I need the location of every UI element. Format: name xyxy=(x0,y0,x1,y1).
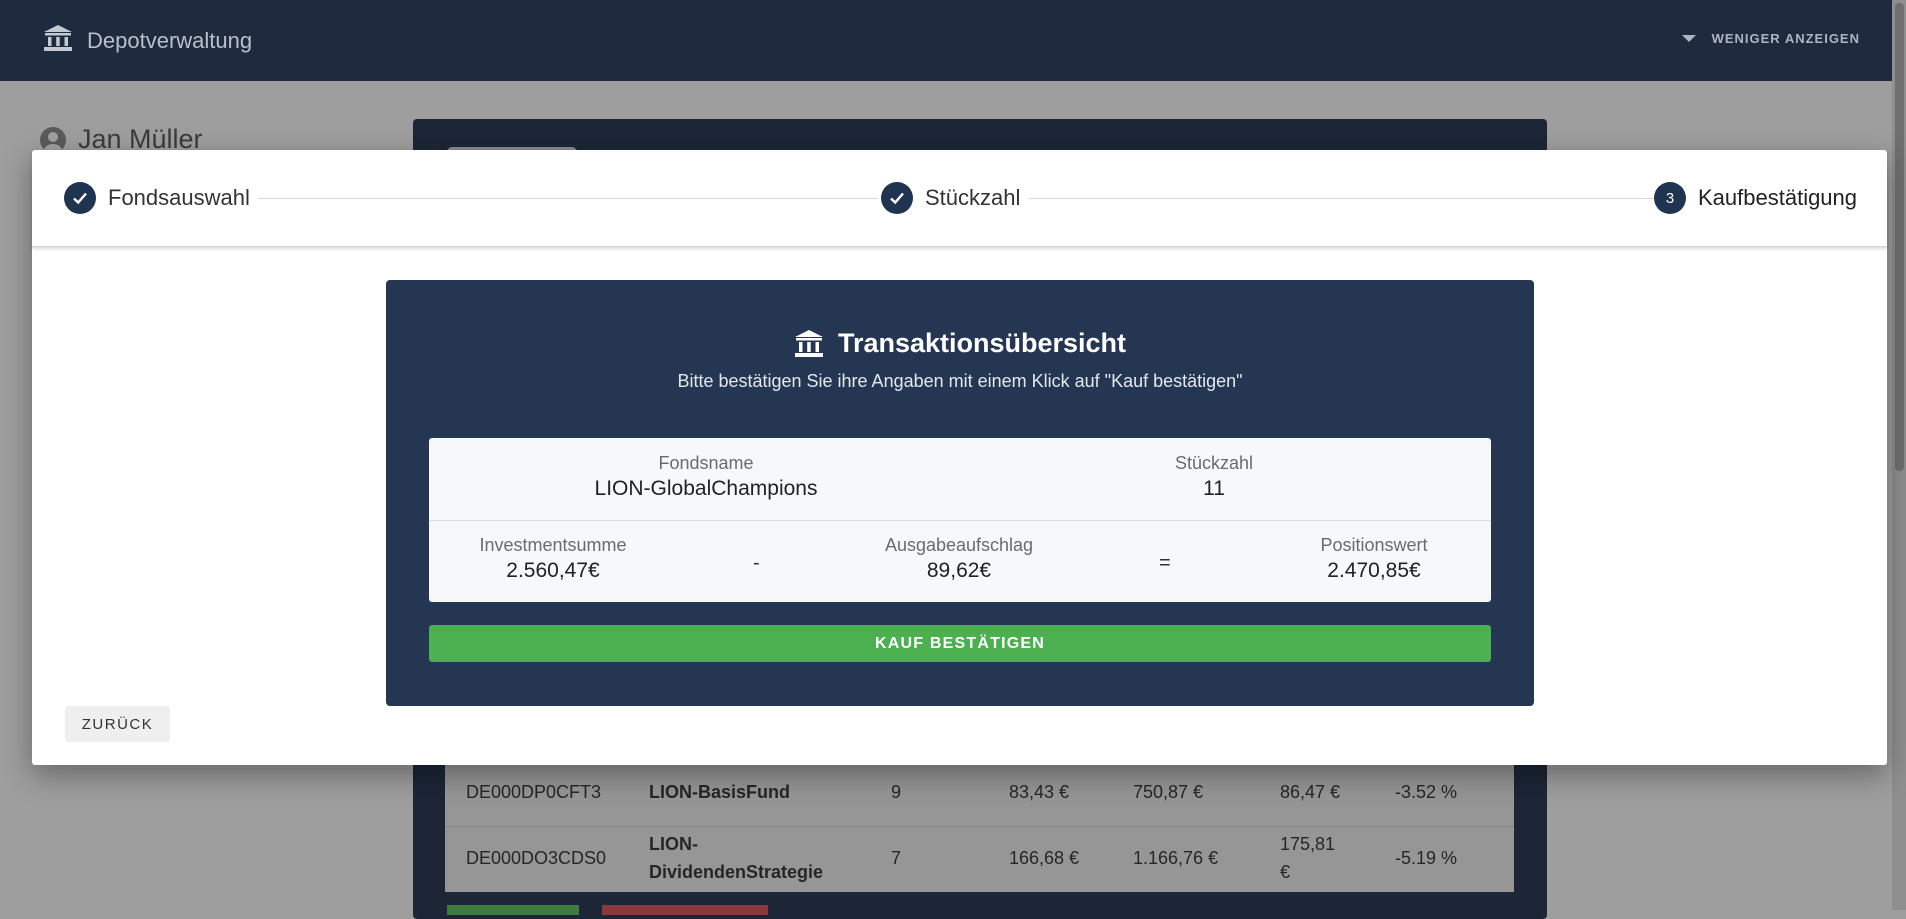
summary-subtitle: Bitte bestätigen Sie ihre Angaben mit ei… xyxy=(677,371,1243,391)
cell-quantity: 9 xyxy=(891,782,902,802)
check-icon xyxy=(881,182,913,214)
sell-button-bg xyxy=(602,905,768,915)
show-less-label: WENIGER ANZEIGEN xyxy=(1711,31,1860,46)
summary-divider xyxy=(429,520,1491,521)
investment-value: 2.560,47€ xyxy=(506,559,600,582)
fund-name-value: LION-GlobalChampions xyxy=(594,477,818,500)
brand[interactable]: Depotverwaltung xyxy=(43,24,252,57)
step-label: Kaufbestätigung xyxy=(1698,185,1858,210)
cell-price: 83,43 € xyxy=(1009,782,1070,802)
cell-isin: DE000DP0CFT3 xyxy=(466,782,602,802)
account-icon xyxy=(40,126,66,153)
cell-buy-price: 86,47 € xyxy=(1280,782,1341,802)
app-title: Depotverwaltung xyxy=(87,27,253,53)
summary-heading: Transaktionsübersicht xyxy=(386,328,1534,359)
show-less-toggle[interactable]: WENIGER ANZEIGEN xyxy=(1681,31,1860,46)
step-fund-selection[interactable]: Fondsauswahl xyxy=(64,182,250,214)
cell-value: 1.166,76 € xyxy=(1133,848,1219,868)
caret-down-icon xyxy=(1681,35,1696,42)
row-divider xyxy=(445,826,1514,827)
investment-label: Investmentsumme xyxy=(479,535,627,555)
fee-cell: Ausgabeaufschlag 89,62€ xyxy=(759,535,1159,583)
quantity-cell: Stückzahl 11 xyxy=(1109,453,1319,501)
holdings-table: DE000DP0CFT3 LION-BasisFund 9 83,43 € 75… xyxy=(445,760,1514,892)
back-button[interactable]: ZURÜCK xyxy=(65,706,170,742)
step-purchase-confirmation[interactable]: 3 Kaufbestätigung xyxy=(1654,182,1857,214)
quantity-label: Stückzahl xyxy=(1174,453,1254,473)
page-scrollbar[interactable] xyxy=(1892,0,1906,910)
check-icon xyxy=(64,182,96,214)
buy-button-bg xyxy=(447,905,579,915)
cell-change: -5.19 % xyxy=(1395,848,1458,868)
step-connector xyxy=(1029,198,1669,199)
scrollbar-thumb[interactable] xyxy=(1895,3,1904,471)
step-label: Fondsauswahl xyxy=(108,185,250,210)
step-quantity[interactable]: Stückzahl xyxy=(881,182,1020,214)
summary-title: Transaktionsübersicht xyxy=(837,328,1127,358)
cell-fund-name-line2: DividendenStrategie xyxy=(649,862,824,882)
stepper: Fondsauswahl Stückzahl 3 Kaufbestätigung xyxy=(32,150,1887,247)
step-label: Stückzahl xyxy=(925,185,1021,210)
cell-value: 750,87 € xyxy=(1133,782,1204,802)
fund-name-label: Fondsname xyxy=(658,453,754,473)
cell-buy-price-line1: 175,81 xyxy=(1280,834,1336,854)
app-bar: Depotverwaltung WENIGER ANZEIGEN xyxy=(0,0,1906,81)
step-number: 3 xyxy=(1654,182,1686,214)
fund-name-cell: Fondsname LION-GlobalChampions xyxy=(529,453,883,501)
position-value-cell: Positionswert 2.470,85€ xyxy=(1269,535,1479,583)
purchase-dialog: Fondsauswahl Stückzahl 3 Kaufbestätigung xyxy=(32,150,1887,765)
table-row[interactable]: DE000DP0CFT3 LION-BasisFund 9 83,43 € 75… xyxy=(445,782,1514,822)
quantity-value: 11 xyxy=(1203,477,1225,500)
equals-sign: = xyxy=(1159,552,1171,574)
position-value-label: Positionswert xyxy=(1320,535,1428,555)
bank-icon xyxy=(794,329,824,359)
cell-fund-name: LION-BasisFund xyxy=(649,782,791,802)
fee-value: 89,62€ xyxy=(926,559,992,582)
confirm-purchase-button[interactable]: KAUF BESTÄTIGEN xyxy=(429,625,1491,662)
bank-icon xyxy=(43,24,73,57)
cell-change: -3.52 % xyxy=(1395,782,1458,802)
investment-cell: Investmentsumme 2.560,47€ xyxy=(429,535,677,583)
transaction-summary-card: Transaktionsübersicht Bitte bestätigen S… xyxy=(386,280,1534,706)
cell-price: 166,68 € xyxy=(1009,848,1080,868)
cell-buy-price-line2: € xyxy=(1280,862,1291,882)
position-value: 2.470,85€ xyxy=(1327,559,1421,582)
cell-quantity: 7 xyxy=(891,848,902,868)
summary-table: Fondsname LION-GlobalChampions Stückzahl… xyxy=(429,438,1491,602)
cell-isin: DE000DO3CDS0 xyxy=(466,848,607,868)
table-row[interactable]: DE000DO3CDS0 LION- DividendenStrategie 7… xyxy=(445,832,1514,892)
step-connector xyxy=(258,198,878,199)
cell-fund-name-line1: LION- xyxy=(649,834,698,854)
fee-label: Ausgabeaufschlag xyxy=(884,535,1034,555)
